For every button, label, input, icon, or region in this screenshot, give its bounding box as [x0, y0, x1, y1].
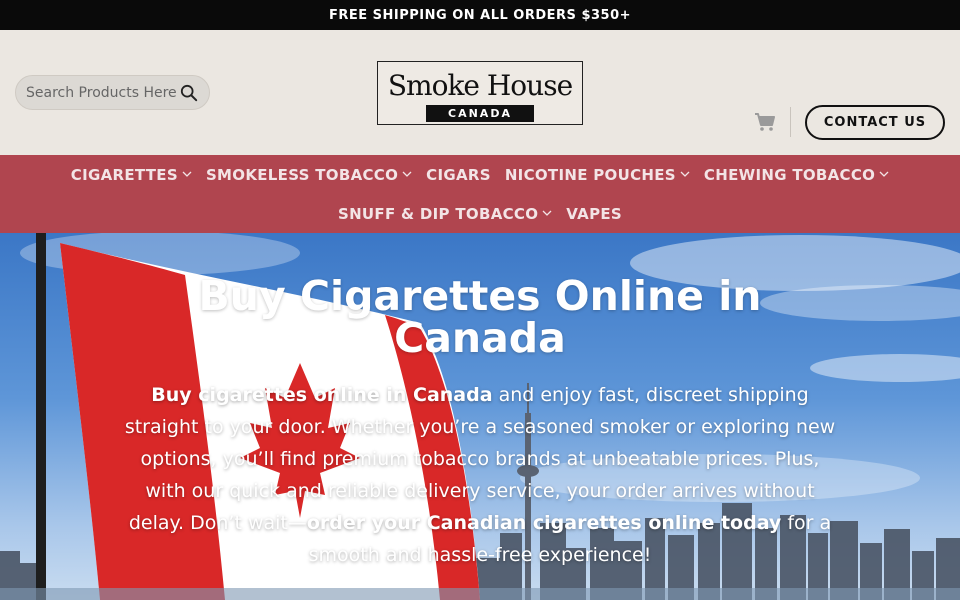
logo-title: Smoke House: [387, 69, 573, 102]
promo-bar: FREE SHIPPING ON ALL ORDERS $350+: [0, 0, 960, 30]
nav-item-vapes[interactable]: VAPES: [566, 205, 622, 223]
nav-item-snuff-dip[interactable]: SNUFF & DIP TOBACCO: [338, 205, 552, 223]
hero-paragraph: Buy cigarettes online in Canada and enjo…: [120, 379, 840, 571]
nav-item-nicotine-pouches[interactable]: NICOTINE POUCHES: [505, 166, 690, 184]
logo-subtitle: CANADA: [426, 105, 534, 122]
search-box[interactable]: [15, 75, 210, 110]
chevron-down-icon: [402, 171, 412, 177]
nav-item-cigars[interactable]: CIGARS: [426, 166, 491, 184]
nav-item-label: CIGARS: [426, 165, 491, 184]
hero-bold-2: order your Canadian cigarettes online to…: [306, 512, 782, 534]
site-logo[interactable]: Smoke House CANADA: [377, 61, 583, 125]
contact-us-button[interactable]: CONTACT US: [805, 105, 945, 140]
cart-icon[interactable]: [754, 112, 776, 132]
nav-item-label: NICOTINE POUCHES: [504, 165, 676, 184]
nav-item-chewing-tobacco[interactable]: CHEWING TOBACCO: [704, 166, 889, 184]
nav-row-1: CIGARETTES SMOKELESS TOBACCO CIGARS NICO…: [64, 155, 896, 194]
promo-text: FREE SHIPPING ON ALL ORDERS $350+: [328, 7, 632, 23]
nav-item-label: CHEWING TOBACCO: [703, 165, 876, 184]
nav-item-cigarettes[interactable]: CIGARETTES: [71, 166, 192, 184]
nav-item-label: SMOKELESS TOBACCO: [205, 165, 399, 184]
nav-item-smokeless-tobacco[interactable]: SMOKELESS TOBACCO: [206, 166, 412, 184]
nav-item-label: VAPES: [566, 204, 623, 223]
chevron-down-icon: [879, 171, 889, 177]
chevron-down-icon: [182, 171, 192, 177]
nav-item-label: CIGARETTES: [70, 165, 178, 184]
header-divider: [790, 107, 791, 137]
site-header: Smoke House CANADA CONTACT US: [0, 30, 960, 155]
nav-item-label: SNUFF & DIP TOBACCO: [337, 204, 539, 223]
hero-banner: Buy Cigarettes Online in Canada Buy ciga…: [0, 233, 960, 600]
hero-bold-1: Buy cigarettes online in Canada: [151, 384, 493, 406]
chevron-down-icon: [542, 210, 552, 216]
main-nav: CIGARETTES SMOKELESS TOBACCO CIGARS NICO…: [0, 155, 960, 233]
hero-content: Buy Cigarettes Online in Canada Buy ciga…: [0, 233, 960, 571]
chevron-down-icon: [680, 171, 690, 177]
search-input[interactable]: [26, 84, 176, 101]
hero-title: Buy Cigarettes Online in Canada: [198, 272, 762, 362]
nav-row-2: SNUFF & DIP TOBACCO VAPES: [331, 194, 629, 233]
search-icon[interactable]: [180, 84, 198, 102]
